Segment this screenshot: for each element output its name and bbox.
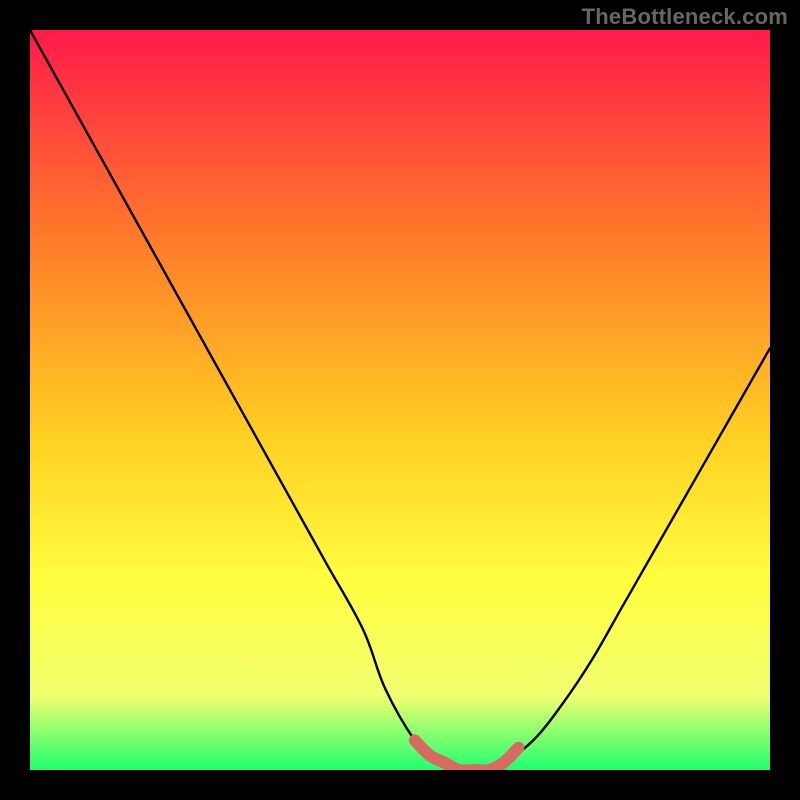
gradient-background: [30, 30, 770, 770]
plot-area: [30, 30, 770, 770]
chart-frame: TheBottleneck.com: [0, 0, 800, 800]
bottleneck-chart: [30, 30, 770, 770]
watermark-text: TheBottleneck.com: [582, 4, 788, 30]
